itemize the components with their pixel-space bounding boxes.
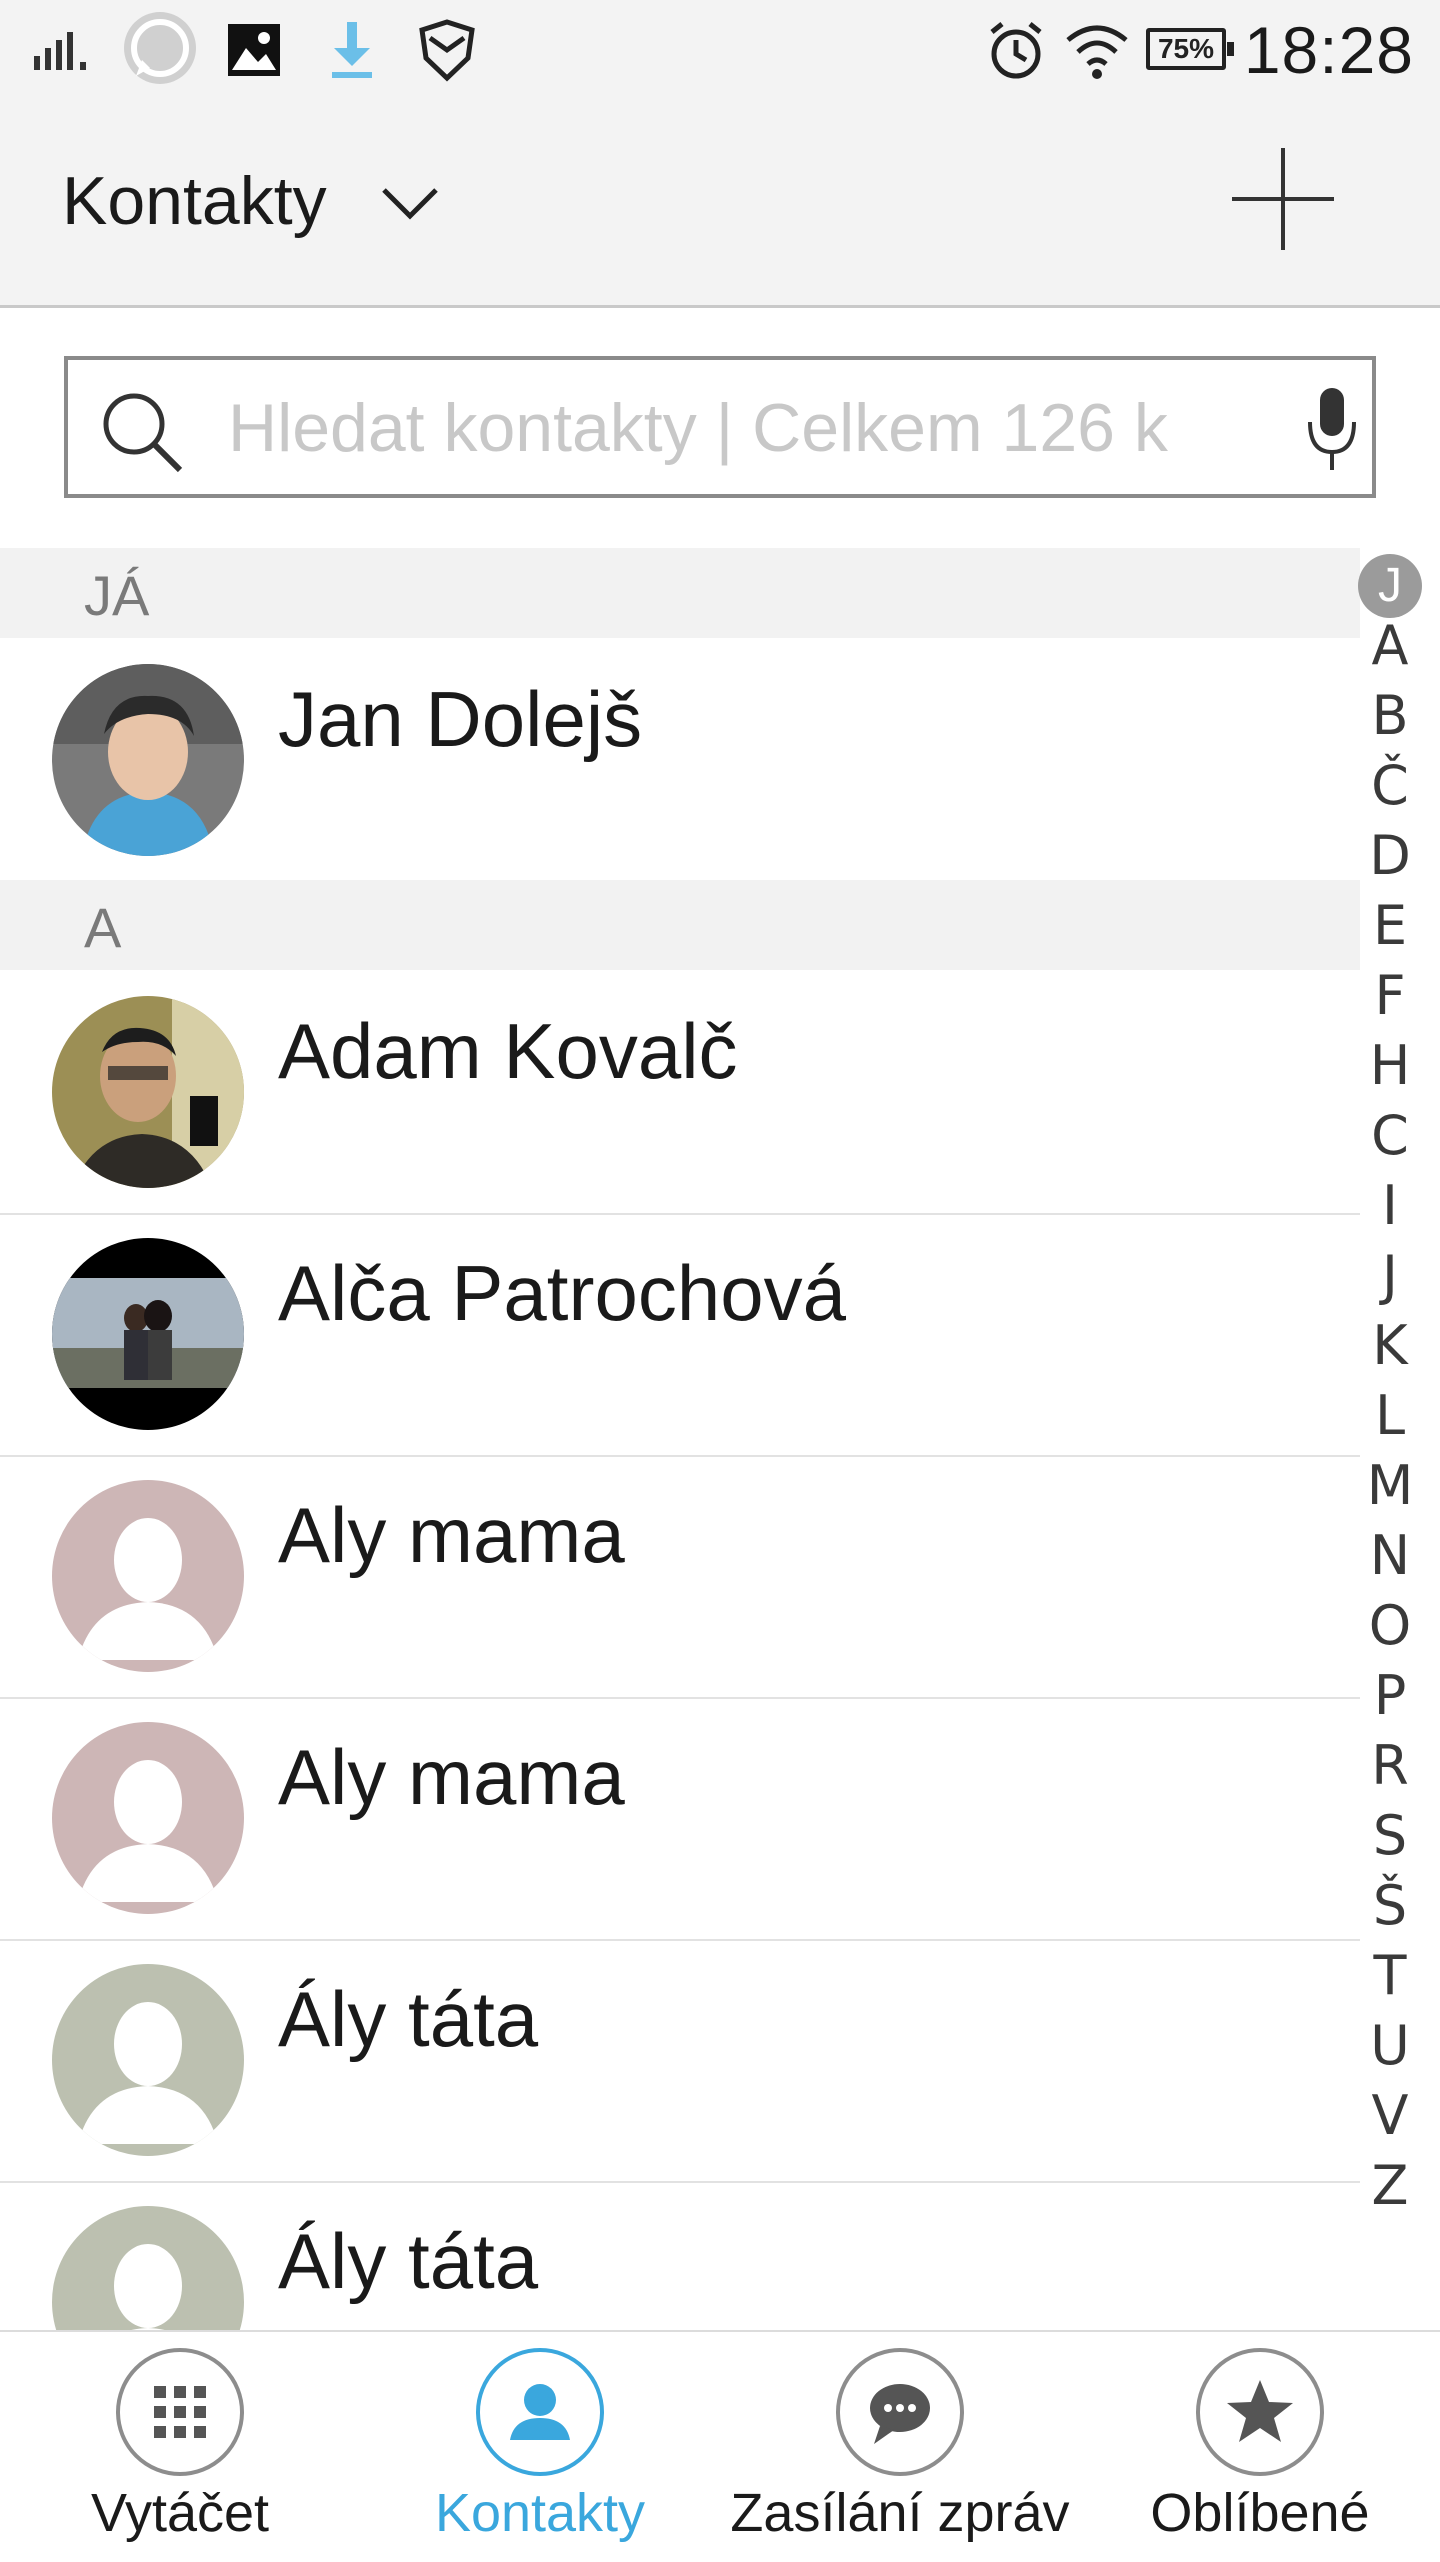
contact-row[interactable]: Ály táta (0, 2182, 1360, 2330)
alpha-letter[interactable]: A (1350, 614, 1430, 677)
alpha-letter[interactable]: C (1350, 1104, 1430, 1167)
alpha-letter[interactable]: B (1350, 684, 1430, 747)
contact-name: Alča Patrochová (278, 1249, 846, 1337)
avatar (52, 2206, 244, 2330)
app-bar: Kontakty (0, 104, 1440, 308)
contact-row[interactable]: Ály táta (0, 1940, 1360, 2182)
person-icon (476, 2348, 604, 2476)
avatar (52, 664, 244, 856)
message-icon (836, 2348, 964, 2476)
tab-contacts[interactable]: Kontakty (360, 2332, 720, 2562)
contact-row[interactable]: Alča Patrochová (0, 1214, 1360, 1456)
alpha-letter[interactable]: T (1350, 1944, 1430, 2007)
avatar (52, 1964, 244, 2156)
contact-row[interactable]: Adam Kovalč (0, 972, 1360, 1214)
section-header: JÁ (0, 548, 1360, 638)
tab-messages[interactable]: Zasílání zpráv (720, 2332, 1080, 2562)
microphone-icon[interactable] (1304, 386, 1360, 476)
tab-label: Vytáčet (90, 2483, 270, 2543)
dialpad-icon (116, 2348, 244, 2476)
alpha-letter[interactable]: S (1350, 1804, 1430, 1867)
alpha-letter[interactable]: Č (1350, 754, 1430, 817)
avatar (52, 996, 244, 1188)
avatar (52, 1480, 244, 1672)
bottom-navigation: Vytáčet Kontakty Zasílání zpráv Oblíbené (0, 2330, 1440, 2560)
section-header: A (0, 880, 1360, 970)
add-contact-button[interactable] (1228, 144, 1338, 254)
image-icon (228, 24, 280, 76)
avatar (52, 1722, 244, 1914)
contact-row[interactable]: Jan Dolejš (0, 640, 1360, 882)
shield-icon (419, 19, 475, 82)
alpha-letter[interactable]: D (1350, 824, 1430, 887)
alpha-letter[interactable]: H (1350, 1034, 1430, 1097)
contact-row[interactable]: Aly mama (0, 1456, 1360, 1698)
contact-name: Aly mama (278, 1733, 625, 1821)
alarm-icon (990, 22, 1042, 79)
alpha-letter[interactable]: K (1350, 1314, 1430, 1377)
battery-icon: 75% (1146, 28, 1234, 70)
wifi-icon (1066, 25, 1128, 79)
alpha-letter[interactable]: I (1350, 1174, 1430, 1237)
alpha-letter[interactable]: O (1350, 1594, 1430, 1657)
signal-icon (34, 32, 86, 70)
alpha-letter[interactable]: Z (1350, 2154, 1430, 2217)
contact-name: Ály táta (278, 1975, 539, 2063)
alpha-letter[interactable]: P (1350, 1664, 1430, 1727)
alpha-letter[interactable]: R (1350, 1734, 1430, 1797)
chevron-down-icon[interactable] (380, 184, 440, 224)
alpha-letter[interactable]: J (1350, 1244, 1430, 1307)
star-icon (1196, 2348, 1324, 2476)
status-bar: 75% 18:28 (0, 0, 1440, 104)
alpha-letter[interactable]: M (1350, 1454, 1430, 1517)
tab-dialer[interactable]: Vytáčet (0, 2332, 360, 2562)
search-box[interactable] (64, 356, 1376, 498)
alpha-letter[interactable]: F (1350, 964, 1430, 1027)
alpha-letter[interactable]: U (1350, 2014, 1430, 2077)
contact-row[interactable]: Aly mama (0, 1698, 1360, 1940)
alpha-letter[interactable]: V (1350, 2084, 1430, 2147)
status-time: 18:28 (1243, 13, 1414, 87)
alpha-letter[interactable]: E (1350, 894, 1430, 957)
contact-name: Ály táta (278, 2217, 539, 2305)
tab-label: Oblíbené (1150, 2483, 1370, 2543)
alpha-letter[interactable]: N (1350, 1524, 1430, 1587)
search-input[interactable] (226, 386, 1286, 470)
tab-label: Zasílání zpráv (730, 2483, 1070, 2543)
download-icon (332, 22, 372, 78)
contact-name: Adam Kovalč (278, 1007, 738, 1095)
page-title[interactable]: Kontakty (62, 162, 327, 240)
avatar (52, 1238, 244, 1430)
alpha-index-active[interactable]: J (1358, 554, 1422, 618)
tab-label: Kontakty (434, 2483, 646, 2543)
tab-favorites[interactable]: Oblíbené (1080, 2332, 1440, 2562)
alpha-letter[interactable]: Š (1350, 1874, 1430, 1937)
search-icon (103, 393, 183, 473)
contact-name: Jan Dolejš (278, 675, 643, 763)
contact-name: Aly mama (278, 1491, 625, 1579)
alpha-letter[interactable]: L (1350, 1384, 1430, 1447)
whatsapp-icon (124, 12, 196, 84)
